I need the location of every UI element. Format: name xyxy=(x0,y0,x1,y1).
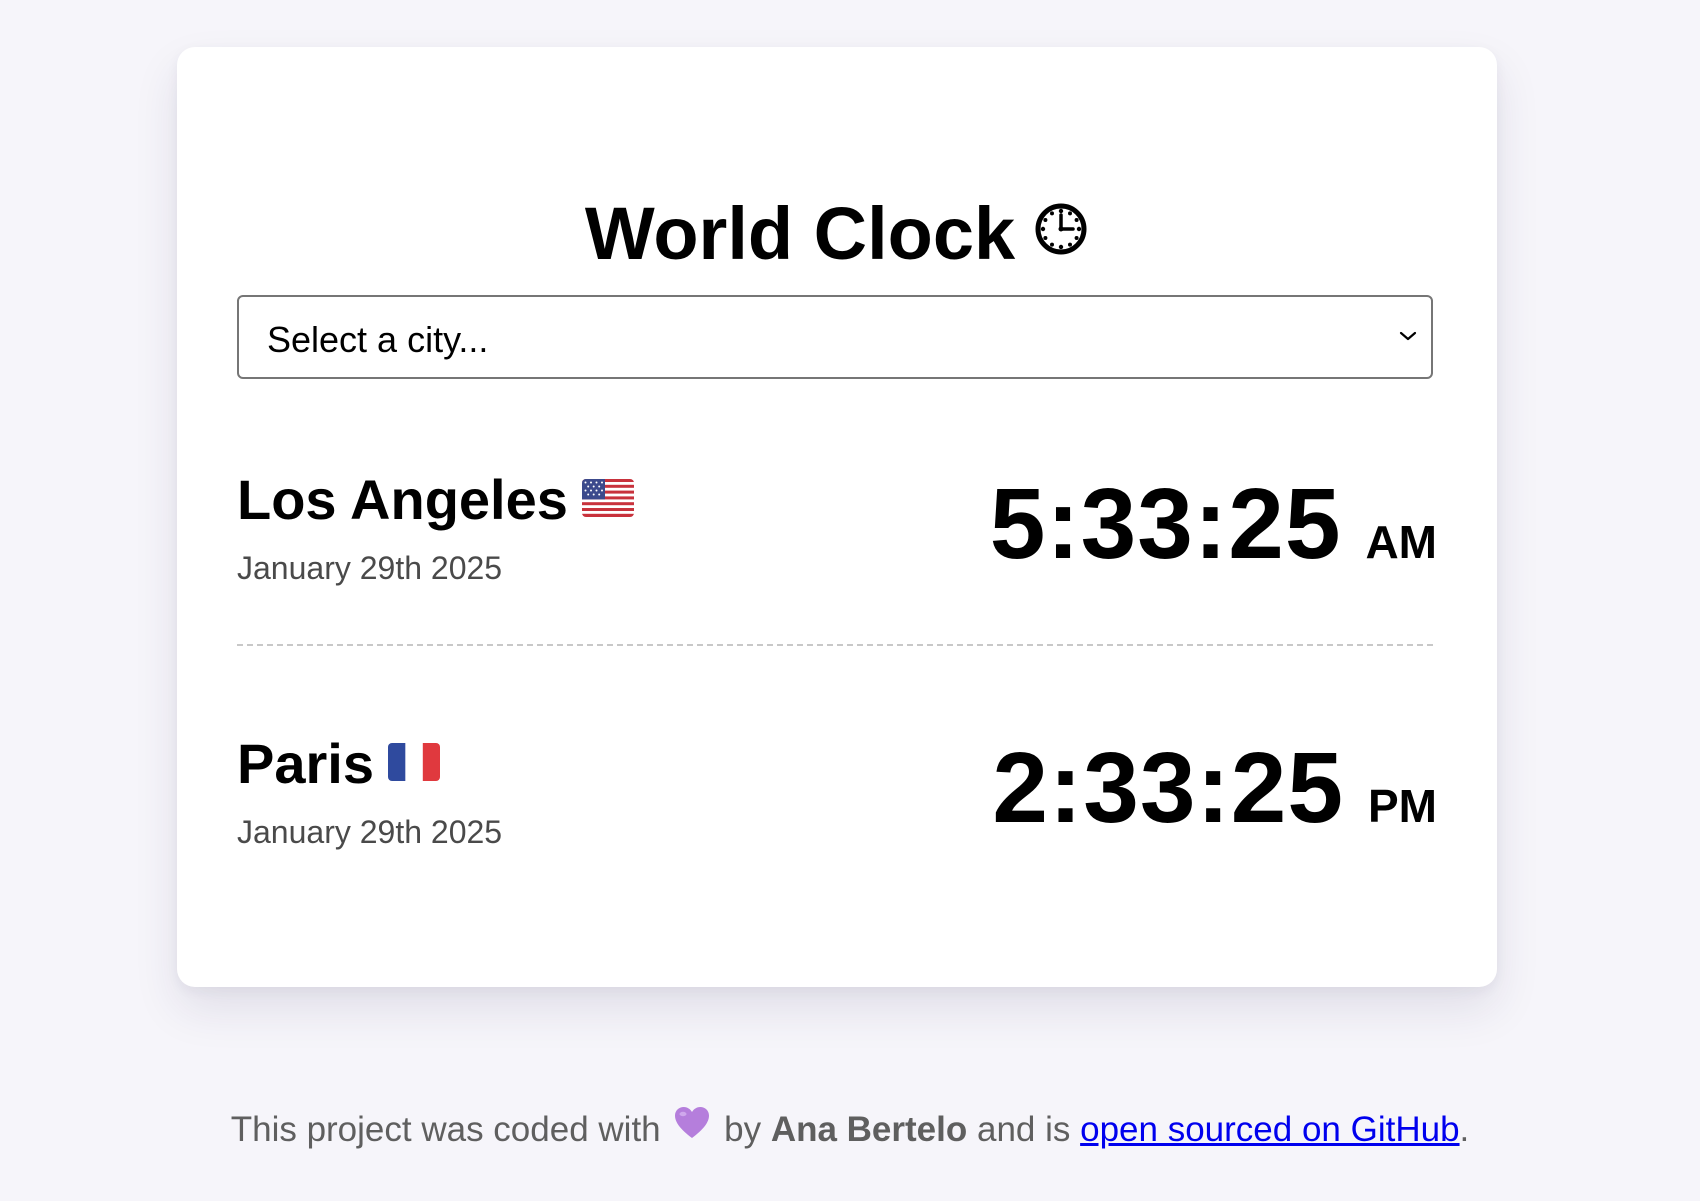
city-divider xyxy=(237,644,1433,646)
city-date: January 29th 2025 xyxy=(237,814,503,850)
city-time-period: PM xyxy=(1368,780,1437,832)
france-flag-icon xyxy=(388,734,440,790)
footer-author: Ana Bertelo xyxy=(770,1110,968,1149)
chevron-down-icon xyxy=(1399,329,1417,347)
purple-heart-icon xyxy=(674,1106,710,1149)
city-name: Los Angeles xyxy=(237,472,634,528)
city-time-value: 2:33:25 xyxy=(992,732,1344,844)
city-time-period: AM xyxy=(1365,516,1437,568)
city-row-paris: Paris January 29th 2025 2:33:25 PM xyxy=(237,736,1437,886)
city-name: Paris xyxy=(237,736,440,792)
footer-suffix: . xyxy=(1459,1110,1470,1149)
footer: This project was coded with by Ana Berte… xyxy=(0,1107,1700,1150)
city-date: January 29th 2025 xyxy=(237,550,503,586)
city-row-los-angeles: Los Angeles January 29th 2025 5:33:25 AM xyxy=(237,472,1437,622)
city-time-value: 5:33:25 xyxy=(989,468,1342,580)
footer-prefix: This project was coded with xyxy=(230,1110,661,1149)
page-title: World Clock xyxy=(177,197,1497,271)
city-name-text: Paris xyxy=(237,732,374,795)
city-select[interactable]: Select a city... xyxy=(237,295,1433,379)
us-flag-icon xyxy=(581,470,634,526)
footer-by: by xyxy=(724,1110,762,1149)
city-time: 2:33:25 PM xyxy=(992,738,1437,838)
github-link[interactable]: open sourced on GitHub xyxy=(1080,1110,1459,1149)
city-time: 5:33:25 AM xyxy=(990,474,1437,574)
footer-middle: and is xyxy=(976,1110,1071,1149)
city-name-text: Los Angeles xyxy=(237,468,568,531)
clock-icon xyxy=(1033,195,1089,269)
city-select-value: Select a city... xyxy=(267,319,489,360)
world-clock-card: World Clock Select a city... Los Angeles… xyxy=(177,47,1497,987)
page-title-text: World Clock xyxy=(584,192,1016,275)
